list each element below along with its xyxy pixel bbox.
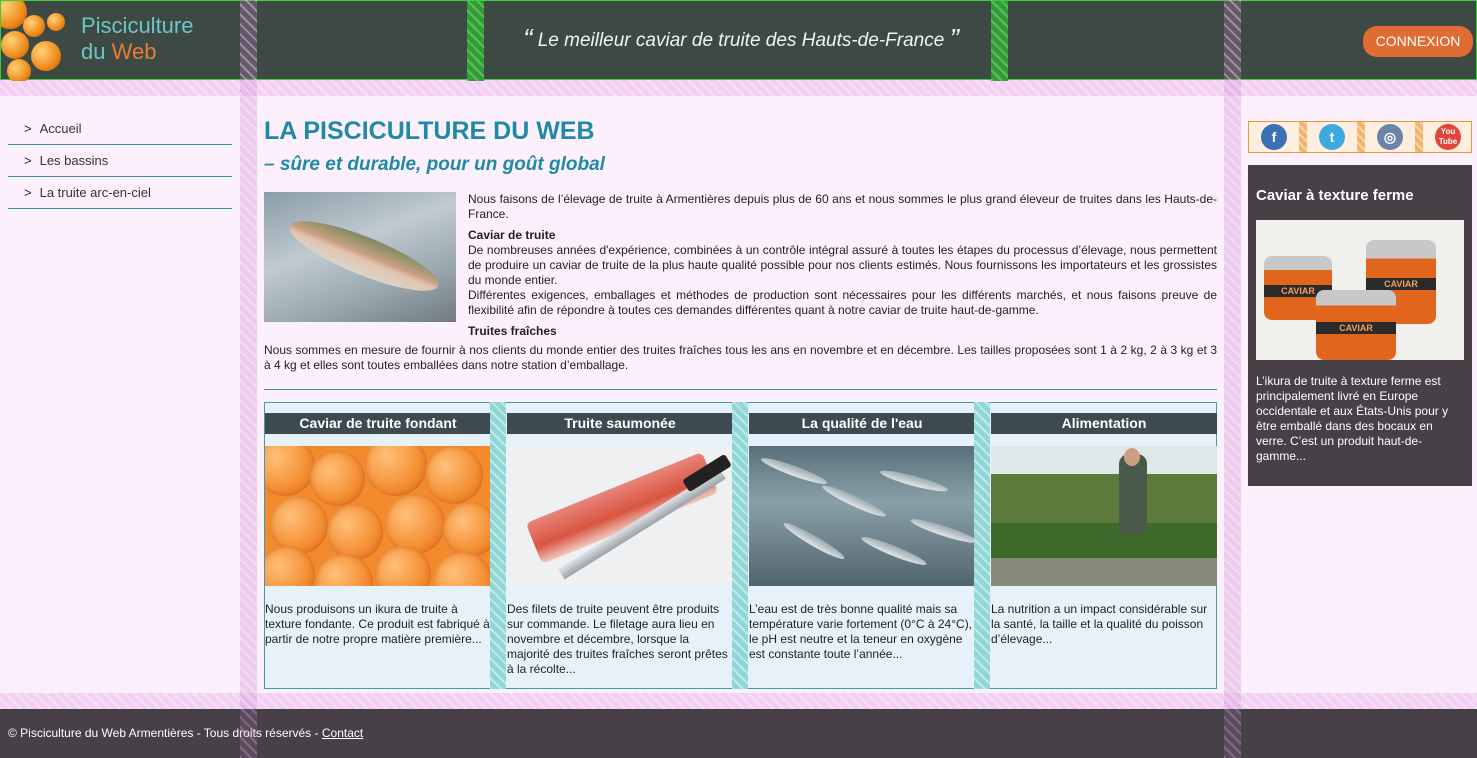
site-header: Pisciculture du Web “ Le meilleur caviar…	[0, 0, 1477, 81]
grid-guide	[974, 402, 990, 689]
header-tagline: “ Le meilleur caviar de truite des Hauts…	[501, 23, 981, 55]
card-alimentation[interactable]: Alimentation La nutrition a un impact co…	[991, 413, 1217, 647]
intro-section: Nous faisons de l’élevage de truite à Ar…	[264, 192, 1217, 373]
grid-guide	[240, 709, 257, 758]
logo-text-web: Web	[111, 39, 157, 64]
grid-guide	[991, 1, 1008, 81]
grid-guide	[1224, 0, 1241, 758]
fresh-trout-paragraph: Nous sommes en mesure de fournir à nos c…	[264, 343, 1217, 372]
promo-text: L’ikura de truite à texture ferme est pr…	[1256, 374, 1449, 463]
jar-label: CAVIAR	[1366, 277, 1436, 290]
logo-text-line1: Pisciculture	[81, 13, 194, 38]
logo-text-du: du	[81, 39, 112, 64]
caviar-eggs-image	[265, 446, 491, 586]
nav-item-accueil[interactable]: > Accueil	[8, 113, 232, 145]
grid-guide	[490, 402, 506, 689]
trout-photo	[264, 192, 456, 322]
jar-label: CAVIAR	[1316, 321, 1396, 334]
login-button[interactable]: CONNEXION	[1363, 26, 1473, 57]
twitter-icon[interactable]: t	[1319, 124, 1345, 150]
grid-guide	[732, 402, 748, 689]
grid-gap-band-top	[0, 80, 1477, 96]
section-divider	[264, 389, 1217, 390]
grid-gap-band-bottom	[0, 693, 1477, 709]
nav-label: Accueil	[39, 121, 82, 136]
open-quote: “	[523, 23, 533, 54]
card-title: La qualité de l'eau	[749, 413, 975, 434]
card-qualite-eau[interactable]: La qualité de l'eau L’eau est de très bo…	[749, 413, 975, 662]
nav-label: La truite arc-en-ciel	[39, 185, 151, 200]
grid-guide	[240, 0, 257, 758]
card-title: Alimentation	[991, 413, 1217, 434]
chevron-right-icon: >	[24, 185, 32, 200]
fish-in-water-image	[749, 446, 975, 586]
grid-guide	[1224, 709, 1241, 758]
contact-link[interactable]: Contact	[322, 726, 363, 740]
grid-guide	[467, 1, 484, 81]
footer-copyright: © Pisciculture du Web Armentières - Tous…	[8, 726, 322, 740]
grid-guide	[1415, 122, 1423, 152]
card-truite-saumonee[interactable]: Truite saumonée Des filets de truite peu…	[507, 413, 733, 677]
side-navigation: > Accueil > Les bassins > La truite arc-en-…	[8, 113, 232, 209]
nav-item-les-bassins[interactable]: > Les bassins	[8, 145, 232, 177]
card-title: Caviar de truite fondant	[265, 413, 491, 434]
nav-item-truite-arc-en-ciel[interactable]: > La truite arc-en-ciel	[8, 177, 232, 209]
promo-panel: Caviar à texture ferme CAVIAR CAVIAR CAV…	[1248, 165, 1472, 486]
card-text: Nous produisons un ikura de truite à tex…	[265, 602, 490, 646]
nav-label: Les bassins	[39, 153, 109, 168]
youtube-icon[interactable]: You Tube	[1435, 124, 1461, 150]
card-text: L’eau est de très bonne qualité mais sa …	[749, 602, 973, 661]
page-title: LA PISCICULTURE DU WEB	[264, 117, 595, 145]
chevron-right-icon: >	[24, 153, 32, 168]
instagram-icon[interactable]: ◎	[1377, 124, 1403, 150]
facebook-icon[interactable]: f	[1261, 124, 1287, 150]
close-quote: ”	[949, 23, 959, 54]
grid-guide	[1299, 122, 1307, 152]
site-footer: © Pisciculture du Web Armentières - Tous…	[0, 709, 1477, 758]
card-text: Des filets de truite peuvent être produi…	[507, 602, 728, 676]
main-content: LA PISCICULTURE DU WEB – sûre et durable…	[264, 113, 1217, 390]
card-title: Truite saumonée	[507, 413, 733, 434]
card-caviar-fondant[interactable]: Caviar de truite fondant Nous produisons…	[265, 413, 491, 647]
fish-farmer-image	[991, 446, 1217, 586]
grid-guide	[1357, 122, 1365, 152]
salmon-fillet-image	[507, 446, 733, 586]
page-subtitle: – sûre et durable, pour un goût global	[264, 154, 605, 175]
social-links: f t ◎ You Tube	[1248, 121, 1472, 153]
site-logo[interactable]: Pisciculture du Web	[1, 1, 241, 81]
tagline-text: Le meilleur caviar de truite des Hauts-d…	[537, 30, 945, 51]
chevron-right-icon: >	[24, 121, 32, 136]
promo-title: Caviar à texture ferme	[1256, 187, 1414, 204]
card-text: La nutrition a un impact considérable su…	[991, 602, 1208, 646]
caviar-jars-image: CAVIAR CAVIAR CAVIAR	[1256, 220, 1464, 360]
caviar-eggs-icon	[1, 1, 71, 81]
